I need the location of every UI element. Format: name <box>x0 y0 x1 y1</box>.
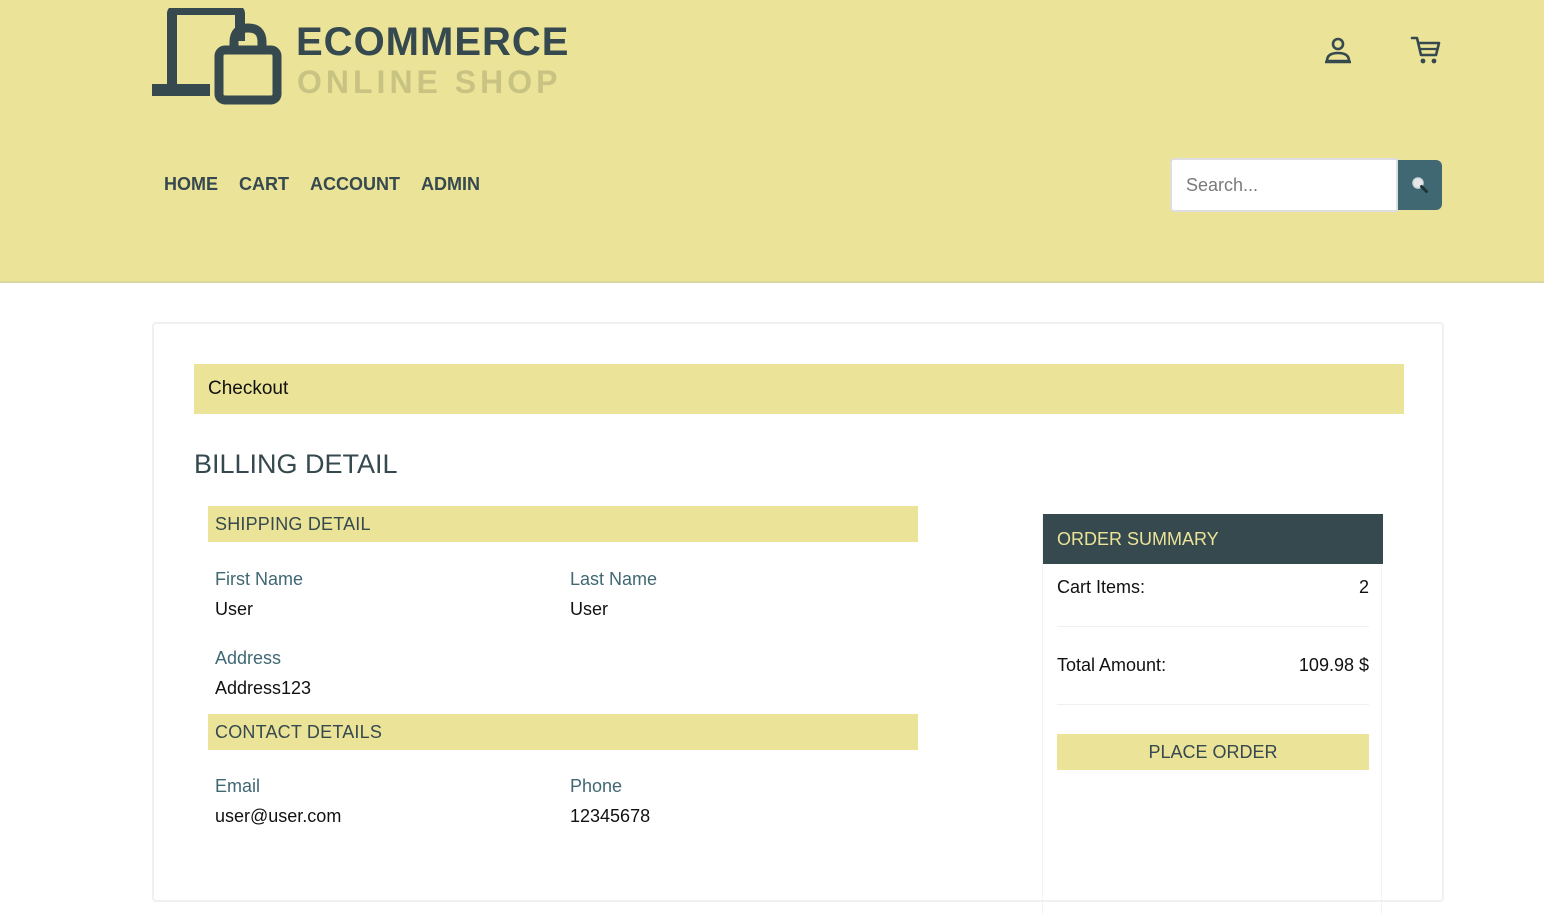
search-bar <box>1170 158 1444 212</box>
total-amount-label: Total Amount: <box>1057 655 1167 675</box>
checkout-card: Checkout BILLING DETAIL SHIPPING DETAIL … <box>152 322 1444 914</box>
phone-label: Phone <box>570 776 623 796</box>
search-button[interactable] <box>1398 160 1442 210</box>
brand-title: ECOMMERCE <box>296 20 570 64</box>
nav-admin[interactable]: ADMIN <box>421 172 480 196</box>
cart-items-label: Cart Items: <box>1057 577 1146 597</box>
brand-logo[interactable]: ECOMMERCE ONLINE SHOP <box>152 8 572 108</box>
cart-icon <box>1410 36 1441 64</box>
address-value: Address123 <box>215 678 312 698</box>
cart-button[interactable] <box>1408 32 1444 68</box>
shipping-section-title: SHIPPING DETAIL <box>208 506 918 542</box>
search-icon <box>1412 177 1428 193</box>
nav-cart[interactable]: CART <box>239 172 289 196</box>
first-name-value: User <box>215 599 254 619</box>
brand-subtitle: ONLINE SHOP <box>297 64 562 100</box>
place-order-button[interactable]: PLACE ORDER <box>1057 734 1369 770</box>
nav-home[interactable]: HOME <box>164 172 218 196</box>
last-name-value: User <box>570 599 609 619</box>
account-button[interactable] <box>1320 32 1356 68</box>
email-value: user@user.com <box>215 806 342 826</box>
total-amount-value: 109.98 $ <box>1298 655 1369 675</box>
site-header: ECOMMERCE ONLINE SHOP HOME CART ACCOUNT … <box>0 0 1544 283</box>
first-name-label: First Name <box>215 569 304 589</box>
email-label: Email <box>215 776 261 796</box>
user-icon <box>1325 37 1351 64</box>
main-nav: HOME CART ACCOUNT ADMIN <box>164 172 480 196</box>
contact-section-title: CONTACT DETAILS <box>208 714 918 750</box>
order-summary: ORDER SUMMARY Cart Items: 2 Total Amount… <box>1042 514 1383 914</box>
phone-value: 12345678 <box>570 806 651 826</box>
address-label: Address <box>215 648 282 668</box>
total-amount-row: Total Amount: 109.98 $ <box>1057 627 1369 705</box>
cart-items-row: Cart Items: 2 <box>1057 549 1369 627</box>
search-input[interactable] <box>1170 158 1398 212</box>
nav-account[interactable]: ACCOUNT <box>310 172 400 196</box>
billing-title: BILLING DETAIL <box>194 449 398 479</box>
laptop-lock-icon <box>152 8 282 105</box>
cart-items-value: 2 <box>1358 577 1369 597</box>
last-name-label: Last Name <box>570 569 658 589</box>
checkout-header: Checkout <box>194 364 1404 414</box>
